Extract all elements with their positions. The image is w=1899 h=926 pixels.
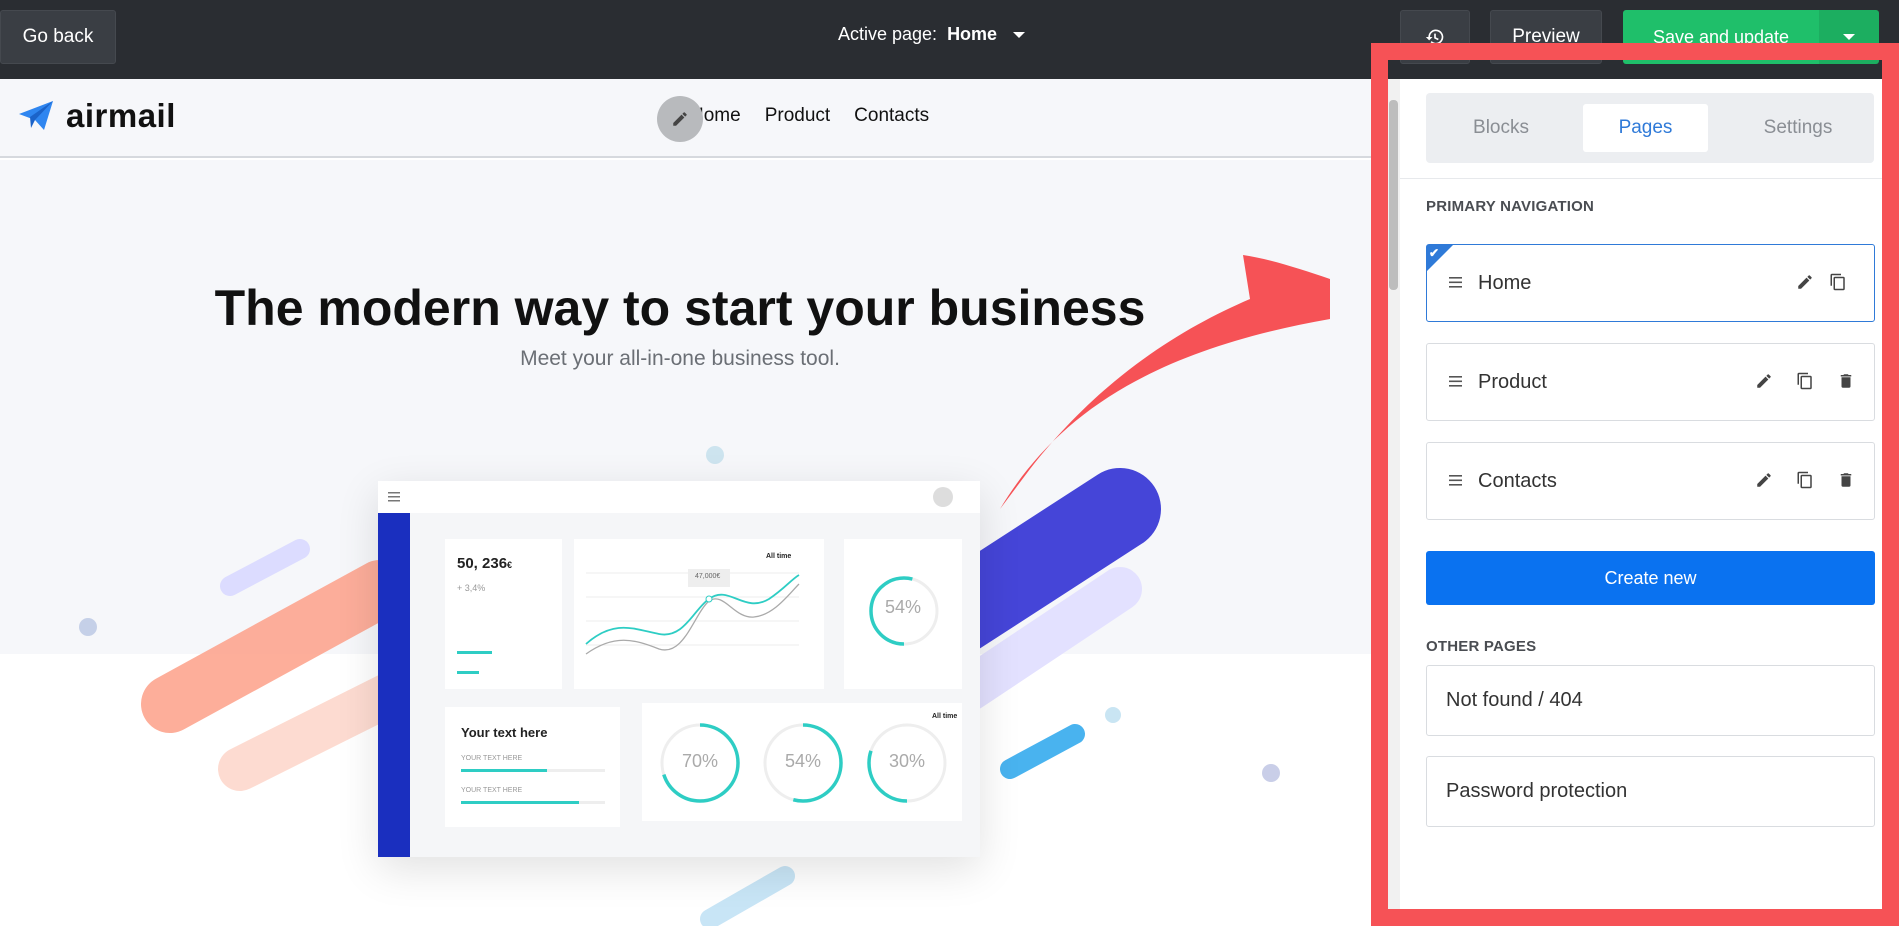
page-item-not-found[interactable]: Not found / 404 (1426, 665, 1875, 736)
tab-pages[interactable]: Pages (1583, 104, 1708, 152)
progress-track (461, 769, 605, 772)
progress-label: YOUR TEXT HERE (461, 755, 523, 762)
stat-card: 50, 236€ + 3,4% (445, 539, 562, 689)
page-item-label: Product (1478, 371, 1547, 393)
pencil-icon[interactable] (1796, 273, 1814, 291)
drag-handle-icon[interactable] (1449, 376, 1462, 387)
dashboard-sidebar (378, 513, 410, 857)
copy-icon[interactable] (1796, 372, 1814, 390)
chart-tooltip: 47,000€ (695, 573, 721, 580)
other-pages-title: OTHER PAGES (1426, 638, 1537, 655)
preview-button[interactable]: Preview (1490, 10, 1602, 64)
site-preview: airmail Home Product Contacts The modern… (0, 79, 1387, 926)
trash-icon[interactable] (1837, 471, 1855, 489)
ring-value: 54% (784, 751, 822, 771)
chevron-down-icon (1843, 34, 1855, 40)
check-icon: ✔ (1429, 246, 1440, 260)
page-item-label: Contacts (1478, 470, 1557, 492)
stat-change: + 3,4% (457, 583, 486, 593)
create-new-button[interactable]: Create new (1426, 551, 1875, 605)
menu-icon (388, 492, 400, 502)
panel-tabs: Blocks Pages Settings (1426, 93, 1874, 163)
divider (1400, 178, 1899, 179)
go-back-button[interactable]: Go back (0, 10, 116, 64)
chevron-down-icon[interactable] (1013, 31, 1026, 38)
active-page-value[interactable]: Home (947, 24, 997, 45)
save-and-update-button[interactable]: Save and update (1623, 10, 1819, 64)
page-item-product[interactable]: Product (1426, 343, 1875, 421)
editor-toolbar: Go back Active page: Home Preview Save a… (0, 0, 1899, 79)
active-page-label: Active page: (838, 24, 938, 44)
trash-icon[interactable] (1837, 372, 1855, 390)
drag-handle-icon[interactable] (1449, 475, 1462, 486)
history-button[interactable] (1400, 10, 1470, 64)
ring-value: 30% (888, 751, 926, 771)
pencil-icon[interactable] (1755, 471, 1773, 489)
progress-track (461, 801, 605, 804)
panel-scrollbar-thumb[interactable] (1389, 100, 1398, 290)
avatar (933, 487, 953, 507)
pencil-icon[interactable] (1755, 372, 1773, 390)
drag-handle-icon[interactable] (1449, 277, 1462, 288)
copy-icon[interactable] (1829, 273, 1847, 291)
text-card: Your text here YOUR TEXT HERE YOUR TEXT … (445, 707, 620, 827)
progress-fill (461, 801, 580, 804)
line-chart-card: All time 47,000€ (574, 539, 824, 689)
card-title: Your text here (461, 725, 548, 740)
tab-settings[interactable]: Settings (1728, 104, 1868, 152)
history-icon (1425, 29, 1444, 45)
progress-label: YOUR TEXT HERE (461, 787, 523, 794)
page-item-label: Not found / 404 (1446, 689, 1583, 711)
dashboard-topbar (378, 481, 980, 513)
ring-card: 54% (844, 539, 962, 689)
page-item-home[interactable]: ✔ Home (1426, 244, 1875, 322)
ring-value: 70% (681, 751, 719, 771)
page-item-password-protection[interactable]: Password protection (1426, 756, 1875, 827)
stat-currency: € (507, 560, 513, 570)
ring-value: 54% (884, 597, 922, 617)
stat-value: 50, 236 (457, 555, 508, 572)
dashboard-mockup: 50, 236€ + 3,4% All time 47,000€ 54% You… (378, 481, 980, 857)
rings-card: All time 70% 54% 30% (642, 703, 962, 821)
progress-fill (461, 769, 548, 772)
page-item-contacts[interactable]: Contacts (1426, 442, 1875, 520)
primary-navigation-title: PRIMARY NAVIGATION (1426, 198, 1595, 215)
tab-blocks[interactable]: Blocks (1438, 104, 1564, 152)
page-item-label: Home (1478, 272, 1532, 294)
copy-icon[interactable] (1796, 471, 1814, 489)
line-chart (585, 569, 800, 655)
active-page-selector[interactable]: Active page: Home (838, 24, 1026, 45)
mini-progress (457, 651, 492, 654)
mini-progress (457, 671, 479, 674)
save-options-dropdown[interactable] (1819, 10, 1879, 64)
page-item-label: Password protection (1446, 780, 1628, 802)
